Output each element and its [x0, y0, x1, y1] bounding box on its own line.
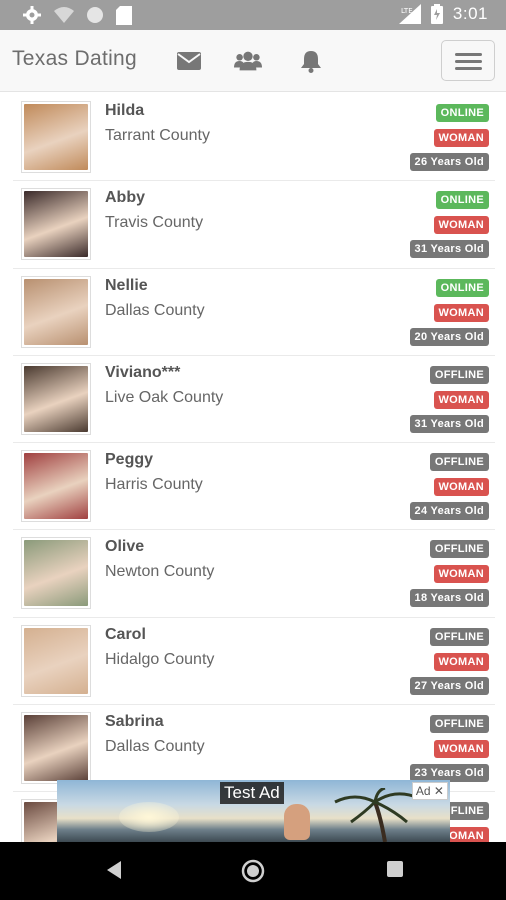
status-bar: LTE 3:01	[0, 0, 506, 30]
age-badge: 18 Years Old	[409, 589, 489, 608]
profile-name[interactable]: Peggy	[105, 451, 153, 469]
avatar[interactable]	[21, 362, 91, 435]
gender-badge: WOMAN	[433, 303, 489, 322]
app-title[interactable]: Texas Dating	[12, 47, 137, 71]
back-icon[interactable]	[103, 859, 125, 886]
gender-badge: WOMAN	[433, 129, 489, 147]
lte-signal-icon: LTE	[398, 4, 421, 24]
wifi-icon	[54, 6, 74, 24]
bell-icon[interactable]	[297, 48, 325, 74]
gender-badge: WOMAN	[433, 652, 489, 671]
profile-list: Hilda Tarrant County ONLINE WOMAN 26 Yea…	[13, 94, 495, 880]
hamburger-menu-icon[interactable]	[441, 40, 495, 81]
gender-badge: WOMAN	[433, 740, 489, 759]
ad-person-graphic	[284, 804, 310, 840]
gender-badge: WOMAN	[433, 565, 489, 584]
clock: 3:01	[452, 4, 488, 23]
svg-text:LTE: LTE	[401, 7, 413, 15]
status-badge: ONLINE	[435, 278, 489, 297]
ad-close-button[interactable]: Ad ✕	[411, 782, 448, 800]
list-item[interactable]: Abby Travis County ONLINE WOMAN 31 Years…	[13, 181, 495, 269]
mail-icon[interactable]	[175, 48, 203, 74]
status-badge: ONLINE	[435, 104, 489, 122]
profile-county: Live Oak County	[105, 388, 224, 406]
status-badge: ONLINE	[435, 191, 489, 210]
avatar[interactable]	[21, 188, 91, 261]
age-badge: 24 Years Old	[409, 502, 489, 521]
palm-tree-graphic	[334, 788, 420, 842]
status-badge: OFFLINE	[429, 540, 489, 559]
avatar[interactable]	[21, 537, 91, 610]
battery-icon	[430, 4, 443, 24]
list-item[interactable]: Viviano*** Live Oak County OFFLINE WOMAN…	[13, 356, 495, 444]
profile-name[interactable]: Nellie	[105, 277, 148, 295]
top-navbar: Texas Dating	[0, 30, 506, 92]
list-item[interactable]: Olive Newton County OFFLINE WOMAN 18 Yea…	[13, 530, 495, 618]
list-item[interactable]: Hilda Tarrant County ONLINE WOMAN 26 Yea…	[13, 94, 495, 182]
status-badge: OFFLINE	[429, 627, 489, 646]
list-item[interactable]: Carol Hidalgo County OFFLINE WOMAN 27 Ye…	[13, 618, 495, 706]
profile-county: Newton County	[105, 563, 215, 581]
circle-icon	[86, 6, 104, 24]
avatar[interactable]	[21, 712, 91, 785]
profile-county: Hidalgo County	[105, 650, 215, 668]
recents-icon[interactable]	[385, 859, 405, 884]
system-nav-bar	[0, 842, 506, 900]
status-badge: OFFLINE	[429, 453, 489, 472]
users-icon[interactable]	[234, 48, 262, 74]
age-badge: 20 Years Old	[409, 327, 489, 346]
ad-label: Test Ad	[220, 782, 284, 804]
age-badge: 31 Years Old	[409, 240, 489, 259]
ad-sun-graphic	[119, 802, 179, 832]
avatar[interactable]	[21, 275, 91, 348]
profile-name[interactable]: Carol	[105, 626, 146, 644]
profile-county: Dallas County	[105, 738, 205, 756]
profile-county: Dallas County	[105, 301, 205, 319]
home-icon[interactable]	[241, 859, 265, 888]
gear-icon	[22, 5, 42, 25]
gender-badge: WOMAN	[433, 478, 489, 497]
status-badge: OFFLINE	[429, 365, 489, 384]
age-badge: 27 Years Old	[409, 676, 489, 695]
profile-county: Travis County	[105, 214, 204, 232]
status-badge: OFFLINE	[429, 715, 489, 734]
gender-badge: WOMAN	[433, 390, 489, 409]
list-item[interactable]: Peggy Harris County OFFLINE WOMAN 24 Yea…	[13, 443, 495, 531]
profile-name[interactable]: Abby	[105, 189, 145, 207]
profile-name[interactable]: Sabrina	[105, 713, 164, 731]
avatar[interactable]	[21, 624, 91, 697]
profile-name[interactable]: Viviano***	[105, 364, 180, 382]
age-badge: 26 Years Old	[409, 153, 489, 171]
list-item[interactable]: Nellie Dallas County ONLINE WOMAN 20 Yea…	[13, 269, 495, 356]
profile-county: Tarrant County	[105, 127, 210, 144]
avatar[interactable]	[21, 101, 91, 173]
gender-badge: WOMAN	[433, 216, 489, 235]
profile-name[interactable]: Olive	[105, 538, 144, 556]
ad-banner[interactable]: Test Ad Ad ✕	[57, 780, 450, 842]
profile-name[interactable]: Hilda	[105, 102, 144, 120]
age-badge: 31 Years Old	[409, 414, 489, 433]
profile-county: Harris County	[105, 476, 203, 494]
sd-card-icon	[116, 5, 132, 25]
avatar[interactable]	[21, 450, 91, 523]
